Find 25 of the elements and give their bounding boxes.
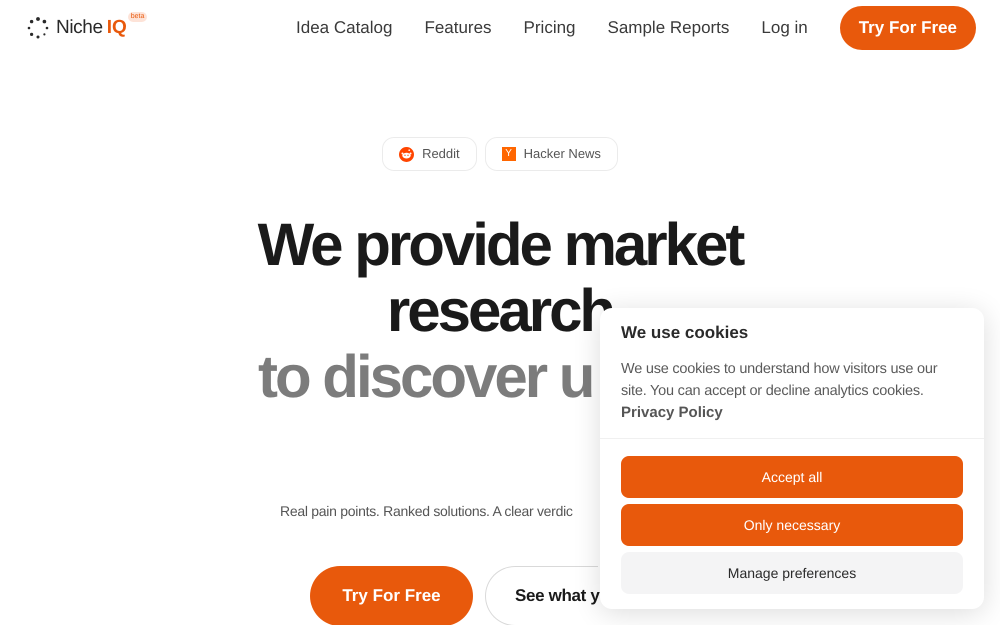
outline-button[interactable]: See what y — [485, 566, 598, 625]
nav-link[interactable]: Log in — [761, 15, 808, 41]
source-label: Hacker News — [524, 145, 601, 164]
banner-text: We use cookies to understand how visitors use our site. You can accept or decline analytics cookies. — [621, 360, 938, 401]
banner-title: We use cookies — [621, 322, 750, 344]
primary-button[interactable]: Accept all — [621, 456, 963, 498]
dotted-ring-logo-icon — [27, 17, 49, 39]
headline: research — [386, 278, 614, 344]
subtitle: Real pain points. Ranked solutions. A clear verdic — [280, 502, 573, 521]
nav-link[interactable]: Sample Reports — [608, 15, 730, 41]
try-free-button[interactable]: Try For Free — [840, 6, 976, 50]
try-free-button[interactable]: Try For Free — [310, 566, 473, 625]
secondary-button[interactable]: Manage preferences — [621, 552, 963, 594]
source-label: Reddit — [422, 145, 460, 164]
privacy-policy-link[interactable]: Privacy Policy — [621, 402, 723, 424]
alien-face-icon — [399, 146, 414, 162]
nav-link[interactable]: Features — [424, 15, 492, 41]
primary-button[interactable]: Only necessary — [621, 504, 963, 546]
headline: We provide market — [258, 212, 742, 278]
nav-link[interactable]: Pricing — [524, 15, 576, 41]
brand-name: Niche — [56, 16, 103, 40]
brand-suffix: IQ — [106, 16, 127, 40]
letter-logo-icon: Y — [502, 147, 516, 161]
headline-muted: to discover u — [258, 344, 592, 410]
nav-link[interactable]: Idea Catalog — [296, 15, 392, 41]
